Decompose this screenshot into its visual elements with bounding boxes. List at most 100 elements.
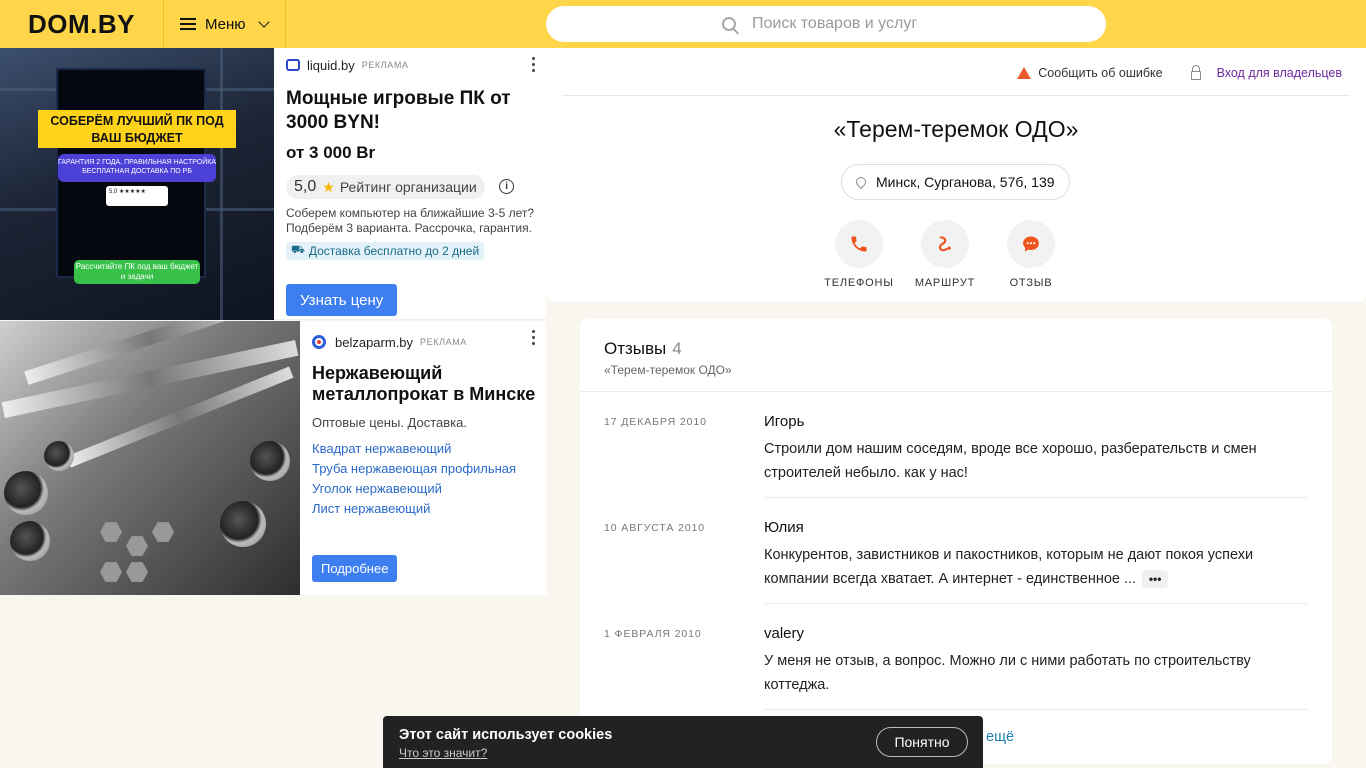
sitelink-angle[interactable]: Уголок нержавеющий [312, 479, 542, 499]
hex-bar-graphic [100, 562, 122, 582]
ad-liquid[interactable]: СОБЕРЁМ ЛУЧШИЙ ПК ПОД ВАШ БЮДЖЕТ ГАРАНТИ… [0, 48, 546, 320]
review-item: 17 ДЕКАБРЯ 2010 Игорь Строили дом нашим … [604, 392, 1308, 498]
company-address-chip[interactable]: Минск, Сурганова, 57б, 139 [841, 164, 1070, 200]
review-author: Игорь [764, 413, 805, 430]
pipe-end-graphic [4, 471, 48, 515]
ad-image-gaming-pc[interactable]: СОБЕРЁМ ЛУЧШИЙ ПК ПОД ВАШ БЮДЖЕТ ГАРАНТИ… [0, 48, 274, 320]
reviews-header: Отзывы 4 «Терем-теремок ОДО» [580, 319, 1332, 392]
company-card: Сообщить об ошибке Вход для владельцев «… [546, 48, 1366, 302]
cookie-title: Этот сайт использует cookies [399, 727, 613, 743]
company-name: «Терем-теремок ОДО» [833, 116, 1079, 142]
review-author: Юлия [764, 519, 804, 536]
pipe-end-graphic [250, 441, 290, 481]
delivery-badge: ⛟ Доставка бесплатно до 2 дней [286, 242, 485, 260]
ad-image-metal-pipes[interactable] [0, 321, 300, 595]
sitelink-sheet[interactable]: Лист нержавеющий [312, 499, 542, 519]
ad-sitelinks: Квадрат нержавеющий Труба нержавеющая пр… [312, 439, 542, 519]
review-text: Строили дом нашим соседям, вроде все хор… [764, 441, 1257, 481]
ad-options-kebab-icon[interactable] [532, 330, 536, 345]
cookie-info-link[interactable]: Что это значит? [399, 746, 487, 760]
ad-image-cta: Рассчитайте ПК под ваш бюджет и задачи [74, 260, 200, 284]
phones-label: ТЕЛЕФОНЫ [824, 277, 894, 289]
review-item: 1 ФЕВРАЛЯ 2010 valery У меня не отзыв, а… [604, 604, 1308, 710]
ad-title[interactable]: Нержавеющий металлопрокат в Минске [312, 363, 542, 405]
search-icon [722, 17, 736, 31]
route-action[interactable]: МАРШРУТ [902, 220, 988, 289]
shelf-decoration [220, 48, 223, 320]
chevron-down-icon [257, 16, 270, 28]
hex-bar-graphic [152, 522, 174, 542]
reviews-title-text: Отзывы [604, 339, 667, 358]
organization-rating[interactable]: 5,0 ★ Рейтинг организации [286, 175, 485, 199]
report-error-label: Сообщить об ошибке [1038, 66, 1163, 80]
hex-bar-graphic [100, 522, 122, 542]
menu-button[interactable]: Меню [164, 0, 286, 48]
reviews-count: 4 [672, 339, 682, 358]
expand-review-more-icon[interactable]: ••• [1142, 570, 1169, 589]
ad-body: belzaparm.by РЕКЛАМА Нержавеющий металло… [312, 321, 542, 595]
ad-description: Соберем компьютер на ближайшие 3-5 лет? … [286, 206, 535, 235]
owners-login-label: Вход для владельцев [1216, 66, 1342, 80]
ad-source-domain: liquid.by [307, 57, 355, 73]
company-top-links: Сообщить об ошибке Вход для владельцев [1017, 64, 1342, 80]
ad-price: от 3 000 Br [286, 143, 376, 162]
all-reviews-link[interactable]: ещё [986, 729, 1014, 745]
pipe-end-graphic [44, 441, 74, 471]
lock-icon [1190, 64, 1201, 80]
cookie-accept-button[interactable]: Понятно [876, 727, 968, 757]
divider [764, 709, 1308, 710]
phones-action[interactable]: ТЕЛЕФОНЫ [816, 220, 902, 289]
pipe-end-graphic [220, 501, 266, 547]
review-date: 10 АВГУСТА 2010 [604, 522, 706, 534]
info-icon[interactable]: i [499, 179, 515, 195]
rating-label: Рейтинг организации [339, 179, 477, 195]
pipe-end-graphic [10, 521, 50, 561]
search-input[interactable] [752, 15, 1072, 33]
site-header: DOM.BY Меню [0, 0, 1366, 48]
get-price-button[interactable]: Узнать цену [286, 284, 398, 316]
delivery-label: Доставка бесплатно до 2 дней [308, 244, 480, 258]
site-logo[interactable]: DOM.BY [0, 0, 164, 48]
reviews-panel: Отзывы 4 «Терем-теремок ОДО» 17 ДЕКАБРЯ 2… [580, 319, 1332, 764]
search-bar[interactable] [546, 6, 1106, 42]
ad-tag: РЕКЛАМА [420, 337, 467, 347]
owners-login-link[interactable]: Вход для владельцев [1190, 64, 1342, 80]
review-label: ОТЗЫВ [1009, 277, 1053, 289]
review-text: Конкурентов, завистников и пакостников, … [764, 547, 1254, 587]
company-address: Минск, Сурганова, 57б, 139 [876, 174, 1055, 190]
liquid-favicon-icon [286, 59, 300, 71]
review-action[interactable]: ОТЗЫВ [988, 220, 1074, 289]
sitelink-profile-pipe[interactable]: Труба нержавеющая профильная [312, 459, 542, 479]
reviews-title: Отзывы 4 [604, 339, 1308, 359]
report-error-link[interactable]: Сообщить об ошибке [1017, 66, 1163, 80]
sitelink-square[interactable]: Квадрат нержавеющий [312, 439, 542, 459]
ad-source[interactable]: liquid.by РЕКЛАМА [286, 56, 542, 74]
ad-description: Оптовые цены. Доставка. [312, 415, 467, 430]
ad-title[interactable]: Мощные игровые ПК от 3000 BYN! [286, 87, 542, 135]
hex-bar-graphic [126, 536, 148, 556]
ad-image-subline: ГАРАНТИЯ 2 ГОДА, ПРАВИЛЬНАЯ НАСТРОЙКА БЕ… [58, 154, 216, 182]
ad-body: liquid.by РЕКЛАМА Мощные игровые ПК от 3… [286, 48, 542, 316]
belzaparm-favicon-icon [312, 335, 326, 349]
route-icon [921, 220, 969, 268]
review-date: 17 ДЕКАБРЯ 2010 [604, 416, 707, 428]
map-pin-icon [853, 174, 869, 190]
star-icon: ★ [322, 178, 335, 195]
warning-icon [1017, 67, 1032, 79]
ad-belzaparm[interactable]: belzaparm.by РЕКЛАМА Нержавеющий металло… [0, 321, 546, 595]
menu-label: Меню [205, 15, 246, 33]
review-text: У меня не отзыв, а вопрос. Можно ли с ни… [764, 653, 1251, 693]
cookie-banner: Этот сайт использует cookies Что это зна… [383, 716, 983, 768]
ad-source[interactable]: belzaparm.by РЕКЛАМА [312, 333, 542, 351]
reviews-subtitle: «Терем-теремок ОДО» [604, 363, 732, 377]
more-details-button[interactable]: Подробнее [312, 555, 398, 582]
ad-tag: РЕКЛАМА [361, 60, 409, 70]
hamburger-icon [180, 18, 196, 30]
phone-icon [835, 220, 883, 268]
route-label: МАРШРУТ [914, 277, 976, 289]
ad-image-headline: СОБЕРЁМ ЛУЧШИЙ ПК ПОД ВАШ БЮДЖЕТ [38, 110, 236, 148]
ad-options-kebab-icon[interactable] [532, 57, 536, 72]
review-text-wrap: Конкурентов, завистников и пакостников, … [764, 543, 1308, 591]
hex-bar-graphic [126, 562, 148, 582]
review-item: 10 АВГУСТА 2010 Юлия Конкурентов, завист… [604, 498, 1308, 604]
